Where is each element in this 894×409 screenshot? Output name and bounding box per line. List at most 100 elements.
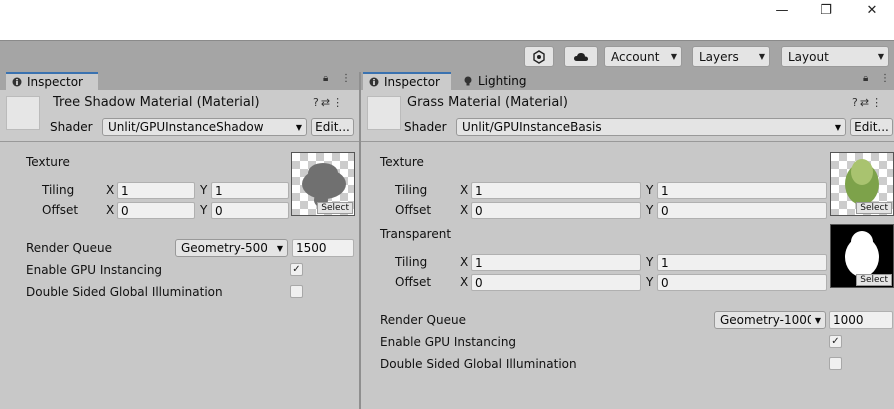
texture-label: Texture bbox=[380, 155, 424, 169]
tiling-label: Tiling bbox=[395, 183, 428, 197]
help-icon[interactable]: ? bbox=[852, 96, 860, 109]
shader-value: Unlit/GPUInstanceShadow bbox=[108, 120, 264, 134]
gpu-instancing-checkbox[interactable]: ✓ bbox=[829, 335, 842, 348]
cloud-icon bbox=[574, 52, 588, 61]
y-label: Y bbox=[646, 275, 654, 289]
select-texture-button[interactable]: Select bbox=[856, 202, 892, 214]
double-sided-gi-checkbox[interactable] bbox=[290, 285, 303, 298]
settings-sliders-icon[interactable]: ⇄ bbox=[321, 96, 332, 109]
material-title: Tree Shadow Material (Material) bbox=[53, 95, 260, 110]
render-queue-value[interactable]: 1000 bbox=[829, 311, 893, 329]
chevron-down-icon: ▼ bbox=[276, 243, 284, 253]
material-title: Grass Material (Material) bbox=[407, 95, 568, 110]
x-label: X bbox=[106, 183, 115, 197]
tiling-y-field[interactable]: 1 bbox=[211, 182, 289, 199]
offset-label: Offset bbox=[395, 275, 432, 289]
render-queue-dropdown[interactable]: Geometry-1000 ▼ bbox=[714, 311, 826, 329]
chevron-down-icon: ▼ bbox=[295, 122, 303, 132]
more-options-icon[interactable]: ⋮ bbox=[871, 96, 884, 109]
tiling-y-field[interactable]: 1 bbox=[657, 182, 827, 199]
checkmark-icon: ✓ bbox=[292, 264, 301, 275]
more-options-icon[interactable]: ⋮ bbox=[880, 73, 890, 84]
gpu-instancing-checkbox[interactable]: ✓ bbox=[290, 263, 303, 276]
transparent-offset-x-field[interactable]: 0 bbox=[471, 274, 641, 291]
shader-value: Unlit/GPUInstanceBasis bbox=[462, 120, 602, 134]
tiling-label: Tiling bbox=[395, 255, 428, 269]
more-options-icon[interactable]: ⋮ bbox=[332, 96, 345, 109]
y-label: Y bbox=[200, 203, 208, 217]
alpha-mask-shape bbox=[851, 231, 873, 253]
gpu-instancing-label: Enable GPU Instancing bbox=[26, 263, 163, 277]
layout-dropdown[interactable]: Layout ▼ bbox=[781, 46, 889, 67]
transparent-offset-y-field[interactable]: 0 bbox=[657, 274, 827, 291]
close-button[interactable]: ✕ bbox=[852, 0, 892, 20]
double-sided-gi-label: Double Sided Global Illumination bbox=[380, 357, 577, 371]
shader-dropdown[interactable]: Unlit/GPUInstanceBasis ▼ bbox=[456, 118, 846, 136]
window-titlebar: — ❐ ✕ bbox=[0, 0, 894, 40]
settings-sliders-icon[interactable]: ⇄ bbox=[860, 96, 871, 109]
edit-button[interactable]: Edit... bbox=[311, 118, 354, 136]
x-label: X bbox=[106, 203, 115, 217]
tab-label: Inspector bbox=[384, 75, 440, 89]
collab-icon bbox=[533, 49, 545, 64]
inspector-panel-right: Inspector Lighting 🔒︎ ⋮ Grass Material (… bbox=[361, 72, 894, 409]
info-icon bbox=[369, 77, 379, 87]
account-dropdown[interactable]: Account ▼ bbox=[604, 46, 682, 67]
texture-thumbnail[interactable]: Select bbox=[291, 152, 355, 216]
main-toolbar: Account ▼ Layers ▼ Layout ▼ bbox=[0, 40, 894, 72]
tab-bar: Inspector 🔒︎ ⋮ bbox=[0, 72, 359, 90]
layers-label: Layers bbox=[699, 49, 739, 64]
tab-inspector[interactable]: Inspector bbox=[6, 72, 98, 90]
material-preview bbox=[6, 96, 40, 130]
offset-y-field[interactable]: 0 bbox=[211, 202, 289, 219]
gpu-instancing-label: Enable GPU Instancing bbox=[380, 335, 517, 349]
double-sided-gi-checkbox[interactable] bbox=[829, 357, 842, 370]
texture-thumbnail[interactable]: Select bbox=[830, 152, 894, 216]
shader-label: Shader bbox=[50, 120, 93, 134]
tab-lighting[interactable]: Lighting bbox=[457, 72, 537, 90]
y-label: Y bbox=[646, 203, 654, 217]
tab-label: Inspector bbox=[27, 75, 83, 89]
offset-x-field[interactable]: 0 bbox=[117, 202, 195, 219]
offset-x-field[interactable]: 0 bbox=[471, 202, 641, 219]
inspector-panel-left: Inspector 🔒︎ ⋮ Tree Shadow Material (Mat… bbox=[0, 72, 359, 409]
render-queue-dropdown[interactable]: Geometry-500 ▼ bbox=[175, 239, 288, 257]
select-texture-button[interactable]: Select bbox=[856, 274, 892, 286]
grass-shape bbox=[851, 159, 873, 185]
tiling-label: Tiling bbox=[42, 183, 75, 197]
y-label: Y bbox=[200, 183, 208, 197]
tab-inspector[interactable]: Inspector bbox=[363, 72, 451, 90]
close-icon: ✕ bbox=[866, 2, 878, 18]
restore-button[interactable]: ❐ bbox=[806, 0, 846, 20]
transparent-tiling-y-field[interactable]: 1 bbox=[657, 254, 827, 271]
lightbulb-icon bbox=[463, 76, 473, 86]
offset-label: Offset bbox=[42, 203, 79, 217]
minimize-button[interactable]: — bbox=[762, 0, 802, 20]
shader-label: Shader bbox=[404, 120, 447, 134]
help-icon[interactable]: ? bbox=[313, 96, 321, 109]
render-queue-value[interactable]: 1500 bbox=[292, 239, 354, 257]
transparent-thumbnail[interactable]: Select bbox=[830, 224, 894, 288]
offset-y-field[interactable]: 0 bbox=[657, 202, 827, 219]
transparent-label: Transparent bbox=[380, 227, 452, 241]
transparent-tiling-x-field[interactable]: 1 bbox=[471, 254, 641, 271]
info-icon bbox=[12, 77, 22, 87]
material-header: Grass Material (Material) ?⇄⋮ Shader Unl… bbox=[361, 90, 894, 142]
minimize-icon: — bbox=[775, 2, 789, 18]
collab-button[interactable] bbox=[524, 46, 554, 67]
layers-dropdown[interactable]: Layers ▼ bbox=[692, 46, 770, 67]
x-label: X bbox=[460, 183, 469, 197]
material-header: Tree Shadow Material (Material) ?⇄⋮ Shad… bbox=[0, 90, 359, 142]
select-texture-button[interactable]: Select bbox=[317, 202, 353, 214]
shader-dropdown[interactable]: Unlit/GPUInstanceShadow ▼ bbox=[102, 118, 307, 136]
lock-icon[interactable]: 🔒︎ bbox=[323, 73, 328, 84]
edit-button[interactable]: Edit... bbox=[850, 118, 893, 136]
tiling-x-field[interactable]: 1 bbox=[471, 182, 641, 199]
header-icons: ?⇄⋮ bbox=[313, 96, 345, 109]
more-options-icon[interactable]: ⋮ bbox=[341, 73, 351, 84]
tiling-x-field[interactable]: 1 bbox=[117, 182, 195, 199]
chevron-down-icon: ▼ bbox=[670, 52, 678, 61]
cloud-button[interactable] bbox=[564, 46, 598, 67]
lock-icon[interactable]: 🔒︎ bbox=[863, 73, 868, 84]
layout-label: Layout bbox=[788, 49, 829, 64]
